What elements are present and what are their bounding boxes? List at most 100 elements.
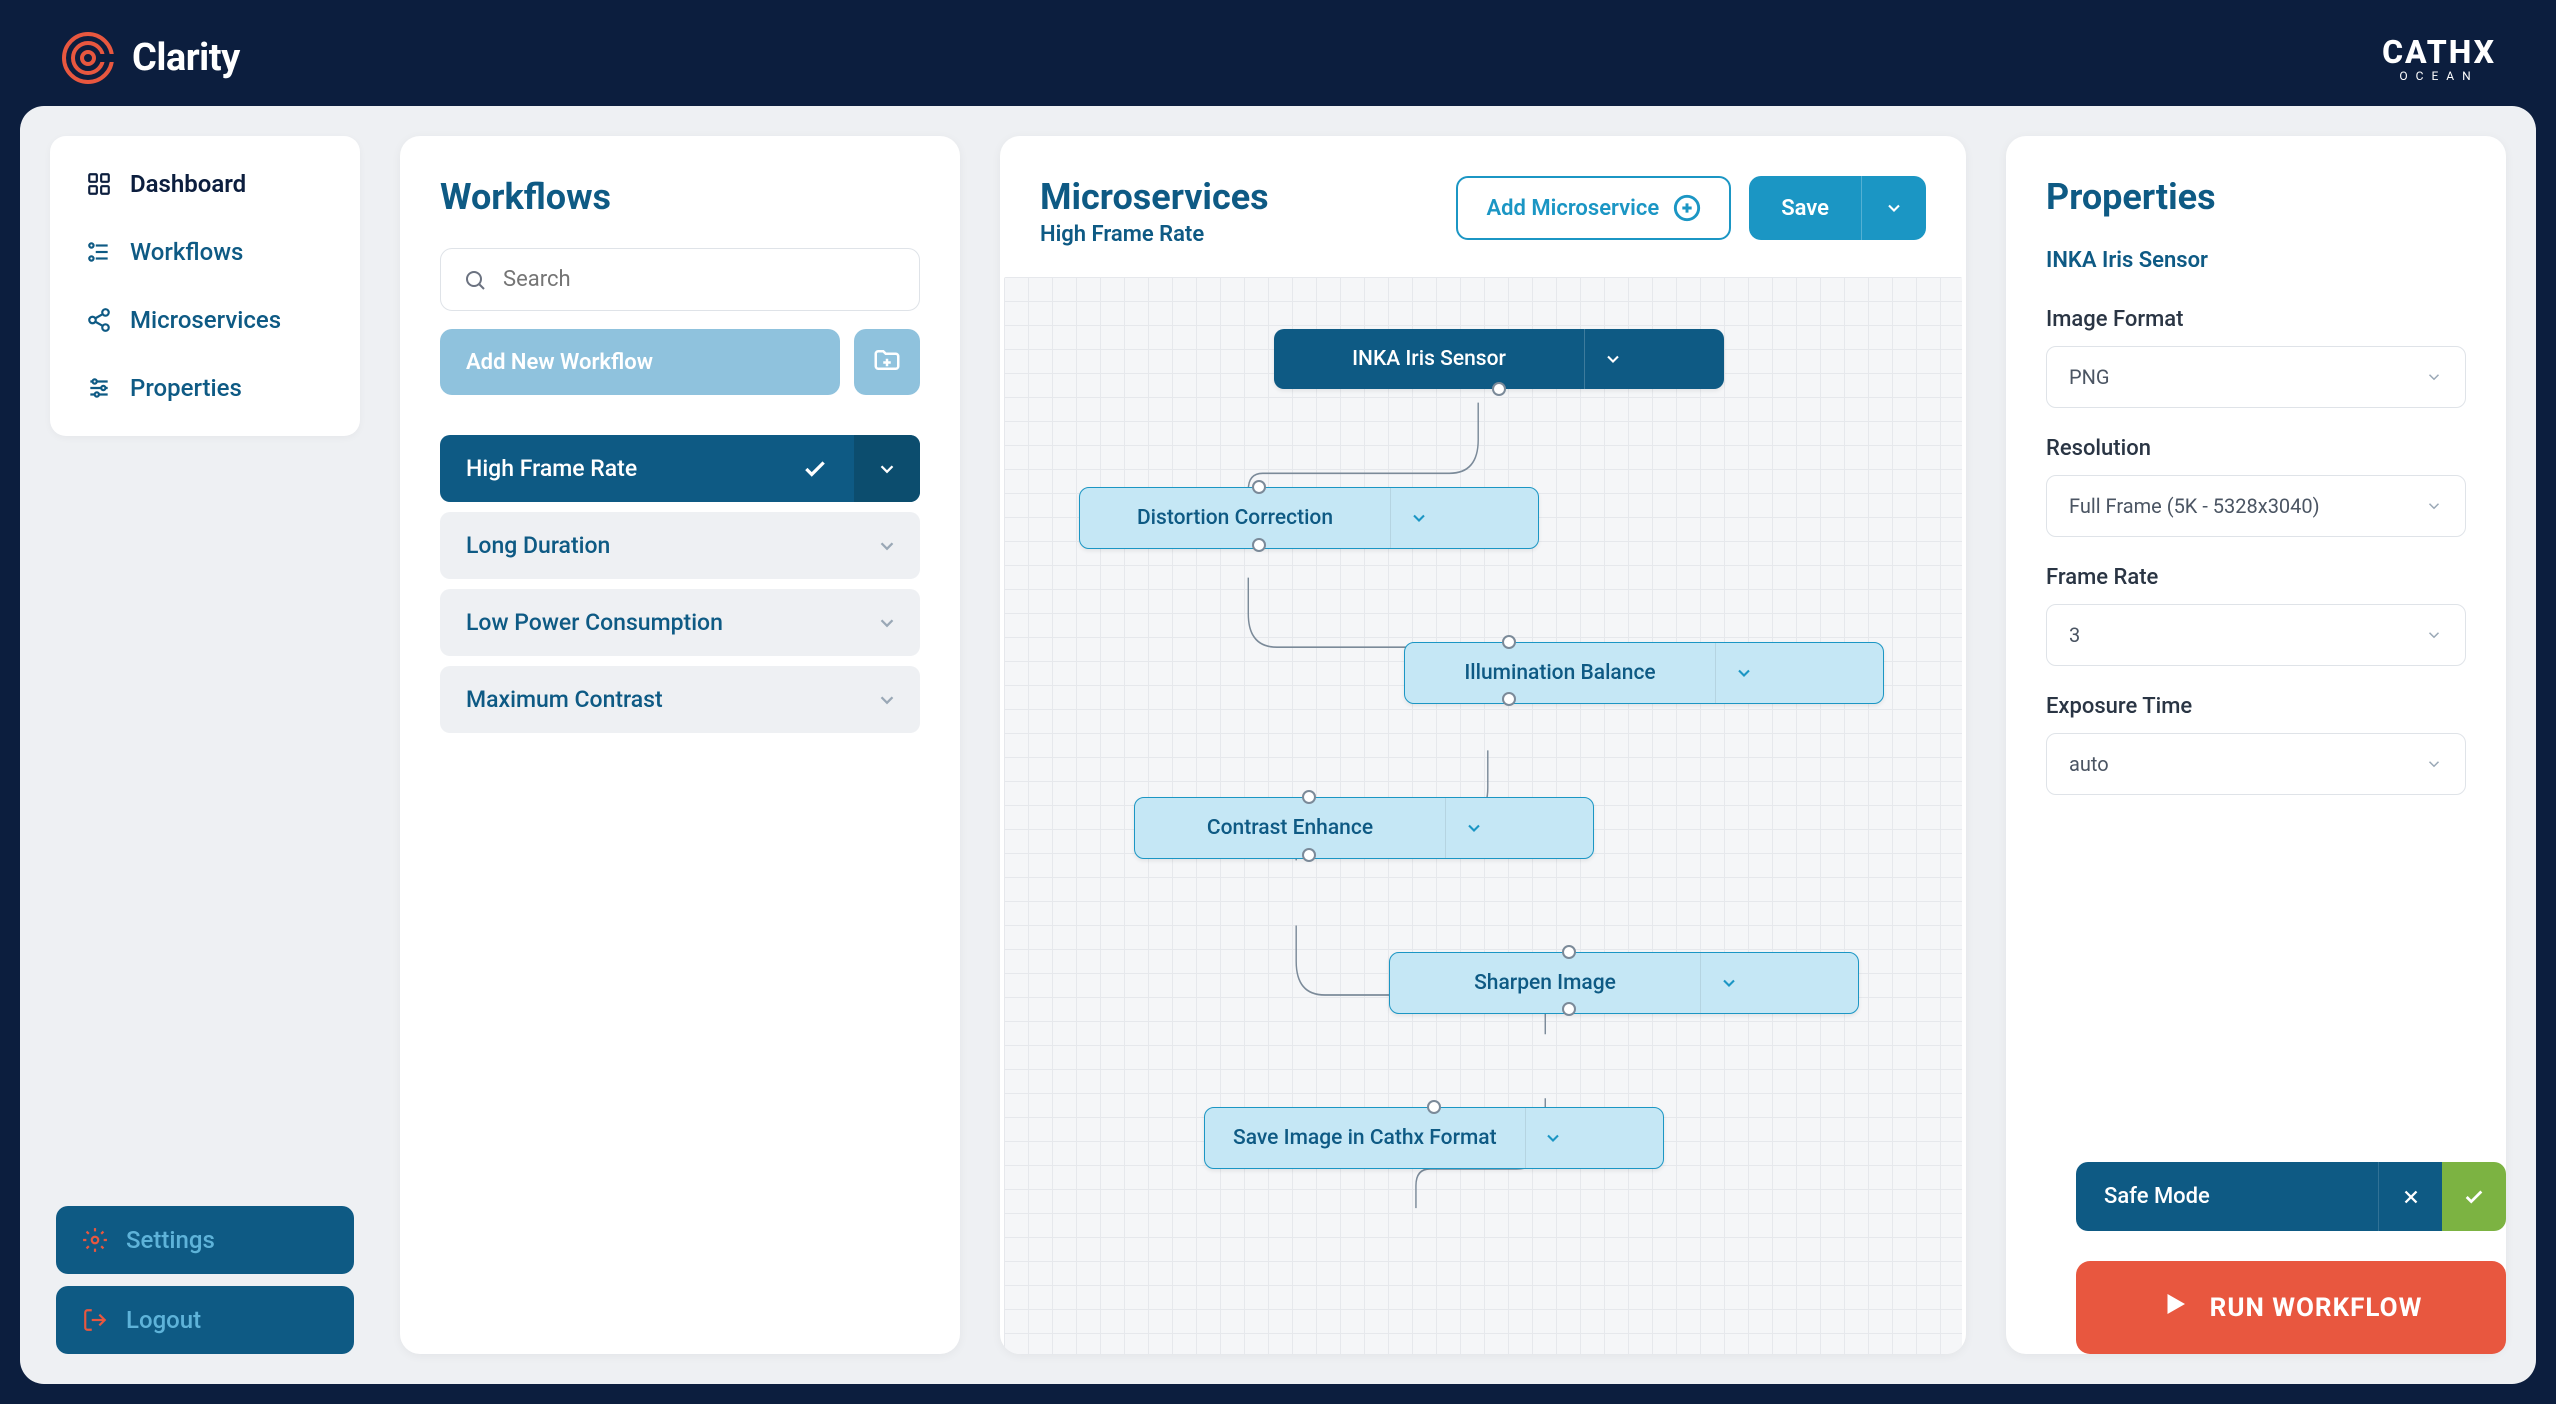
resolution-select[interactable]: Full Frame (5K - 5328x3040) [2046, 475, 2466, 537]
workflow-item-main[interactable]: Long Duration [440, 512, 854, 579]
workflow-item-main[interactable]: Low Power Consumption [440, 589, 854, 656]
property-value: Full Frame (5K - 5328x3040) [2069, 494, 2320, 518]
logout-button[interactable]: Logout [56, 1286, 354, 1354]
add-microservice-button[interactable]: Add Microservice [1456, 176, 1731, 240]
chevron-down-icon [876, 458, 898, 480]
node-expand[interactable] [1390, 488, 1446, 548]
property-label: Exposure Time [2046, 694, 2466, 719]
node-label: Sharpen Image [1390, 953, 1700, 1013]
node-expand[interactable] [1445, 798, 1501, 858]
settings-button[interactable]: Settings [56, 1206, 354, 1274]
logout-icon [82, 1307, 108, 1333]
connector-dot [1562, 945, 1576, 959]
main-container: Dashboard Workflows Microservices Proper… [20, 106, 2536, 1384]
connector-dot [1562, 1002, 1576, 1016]
folder-button[interactable] [854, 329, 920, 395]
nav-item-dashboard[interactable]: Dashboard [64, 150, 346, 218]
workflow-expand[interactable] [854, 589, 920, 656]
run-workflow-button[interactable]: RUN WORKFLOW [2076, 1261, 2506, 1354]
safe-mode-label: Safe Mode [2076, 1162, 2378, 1231]
nav-item-workflows[interactable]: Workflows [64, 218, 346, 286]
node-inka-iris-sensor[interactable]: INKA Iris Sensor [1274, 329, 1724, 389]
property-value: PNG [2069, 365, 2110, 389]
connector-dot [1427, 1100, 1441, 1114]
workflow-label: Low Power Consumption [466, 609, 723, 636]
workflow-item[interactable]: High Frame Rate [440, 435, 920, 502]
brand-name: Clarity [132, 36, 240, 80]
node-expand[interactable] [1584, 329, 1640, 389]
connector-dot [1252, 538, 1266, 552]
brand-logo: Clarity [60, 30, 240, 86]
property-label: Image Format [2046, 307, 2466, 332]
add-workflow-button[interactable]: Add New Workflow [440, 329, 840, 395]
search-input[interactable] [503, 267, 897, 292]
share-icon [86, 307, 112, 333]
overlay-actions: Safe Mode RUN WORKFLOW [2076, 1162, 2506, 1354]
node-label: INKA Iris Sensor [1274, 329, 1584, 389]
chevron-down-icon [1719, 973, 1739, 993]
app-header: Clarity CATHX OCEAN [0, 0, 2556, 106]
nav-item-properties[interactable]: Properties [64, 354, 346, 422]
nav-card: Dashboard Workflows Microservices Proper… [50, 136, 360, 436]
save-button-group: Save [1749, 176, 1926, 240]
workflow-item[interactable]: Low Power Consumption [440, 589, 920, 656]
run-label: RUN WORKFLOW [2210, 1293, 2423, 1323]
connector-dot [1502, 692, 1516, 706]
properties-subtitle: INKA Iris Sensor [2046, 248, 2466, 273]
check-icon [2463, 1186, 2485, 1208]
node-expand[interactable] [1700, 953, 1756, 1013]
connector-dot [1492, 382, 1506, 396]
workflow-item[interactable]: Maximum Contrast [440, 666, 920, 733]
chevron-down-icon [1464, 818, 1484, 838]
sliders-icon [86, 375, 112, 401]
property-label: Frame Rate [2046, 565, 2466, 590]
sidebar: Dashboard Workflows Microservices Proper… [50, 136, 360, 1354]
workflows-panel: Workflows Add New Workflow High Frame Ra… [400, 136, 960, 1354]
search-box[interactable] [440, 248, 920, 311]
node-contrast-enhance[interactable]: Contrast Enhance [1134, 797, 1594, 859]
workflow-expand[interactable] [854, 512, 920, 579]
workflow-item[interactable]: Long Duration [440, 512, 920, 579]
workflow-label: Maximum Contrast [466, 686, 663, 713]
chevron-down-icon [876, 612, 898, 634]
node-distortion-correction[interactable]: Distortion Correction [1079, 487, 1539, 549]
connector-dot [1302, 848, 1316, 862]
microservices-actions: Add Microservice Save [1456, 176, 1926, 240]
check-icon [802, 456, 828, 482]
image-format-select[interactable]: PNG [2046, 346, 2466, 408]
workflow-canvas[interactable]: INKA Iris Sensor Distortion Correction I… [1004, 277, 1962, 1354]
property-group: Resolution Full Frame (5K - 5328x3040) [2046, 436, 2466, 537]
property-label: Resolution [2046, 436, 2466, 461]
company-logo: CATHX OCEAN [2382, 33, 2496, 83]
microservices-title: Microservices [1040, 176, 1269, 218]
workflow-expand[interactable] [854, 435, 920, 502]
company-subtitle: OCEAN [2382, 69, 2496, 83]
save-button[interactable]: Save [1749, 176, 1861, 240]
frame-rate-select[interactable]: 3 [2046, 604, 2466, 666]
safe-mode-off[interactable] [2378, 1162, 2442, 1231]
workflow-item-main[interactable]: Maximum Contrast [440, 666, 854, 733]
node-expand[interactable] [1525, 1108, 1581, 1168]
exposure-time-select[interactable]: auto [2046, 733, 2466, 795]
save-dropdown[interactable] [1861, 176, 1926, 240]
workflow-label: Long Duration [466, 532, 610, 559]
node-sharpen-image[interactable]: Sharpen Image [1389, 952, 1859, 1014]
microservices-panel: Microservices High Frame Rate Add Micros… [1000, 136, 1966, 1354]
chevron-down-icon [2425, 368, 2443, 386]
property-value: 3 [2069, 623, 2080, 647]
workflow-item-main[interactable]: High Frame Rate [440, 435, 854, 502]
chevron-down-icon [1734, 663, 1754, 683]
workflow-expand[interactable] [854, 666, 920, 733]
safe-mode-on[interactable] [2442, 1162, 2506, 1231]
node-save-image[interactable]: Save Image in Cathx Format [1204, 1107, 1664, 1169]
clarity-logo-icon [60, 30, 116, 86]
workflow-label: High Frame Rate [466, 455, 637, 482]
sidebar-bottom: Settings Logout [50, 1206, 360, 1354]
plus-circle-icon [1673, 194, 1701, 222]
nav-item-microservices[interactable]: Microservices [64, 286, 346, 354]
node-expand[interactable] [1715, 643, 1771, 703]
property-value: auto [2069, 752, 2109, 776]
node-illumination-balance[interactable]: Illumination Balance [1404, 642, 1884, 704]
workflow-icon [86, 239, 112, 265]
node-label: Distortion Correction [1080, 488, 1390, 548]
